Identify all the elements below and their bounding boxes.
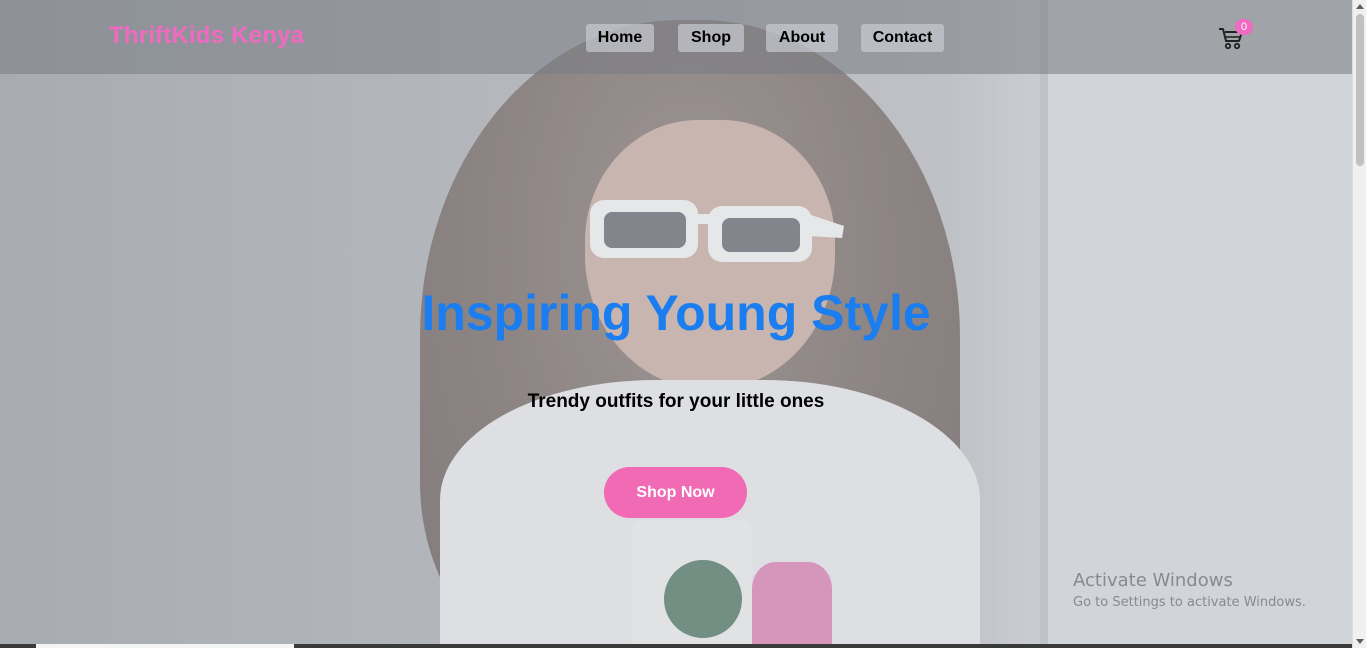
- nav-home[interactable]: Home: [586, 24, 654, 52]
- watermark-title: Activate Windows: [1073, 570, 1233, 591]
- watermark-subtitle: Go to Settings to activate Windows.: [1073, 595, 1306, 610]
- horizontal-scroll-strip: [0, 644, 1352, 648]
- brand-logo[interactable]: ThriftKids Kenya: [109, 22, 304, 50]
- hero-subheadline: Trendy outfits for your little ones: [527, 391, 825, 412]
- scroll-down-arrow-icon[interactable]: [1356, 639, 1364, 644]
- horizontal-scroll-thumb[interactable]: [36, 644, 294, 648]
- windows-activation-watermark: Activate Windows Go to Settings to activ…: [1073, 570, 1306, 610]
- hero-headline: Inspiring Young Style: [421, 285, 931, 341]
- nav-shop[interactable]: Shop: [678, 24, 744, 52]
- vertical-scrollbar[interactable]: [1352, 0, 1366, 648]
- nav-contact[interactable]: Contact: [861, 24, 944, 52]
- cart-count-badge: 0: [1235, 19, 1253, 35]
- scroll-up-arrow-icon[interactable]: [1356, 4, 1364, 9]
- scroll-thumb[interactable]: [1356, 14, 1364, 166]
- nav-about[interactable]: About: [766, 24, 838, 52]
- shop-now-button[interactable]: Shop Now: [604, 467, 747, 518]
- navbar: ThriftKids Kenya Home Shop About Contact…: [0, 0, 1352, 74]
